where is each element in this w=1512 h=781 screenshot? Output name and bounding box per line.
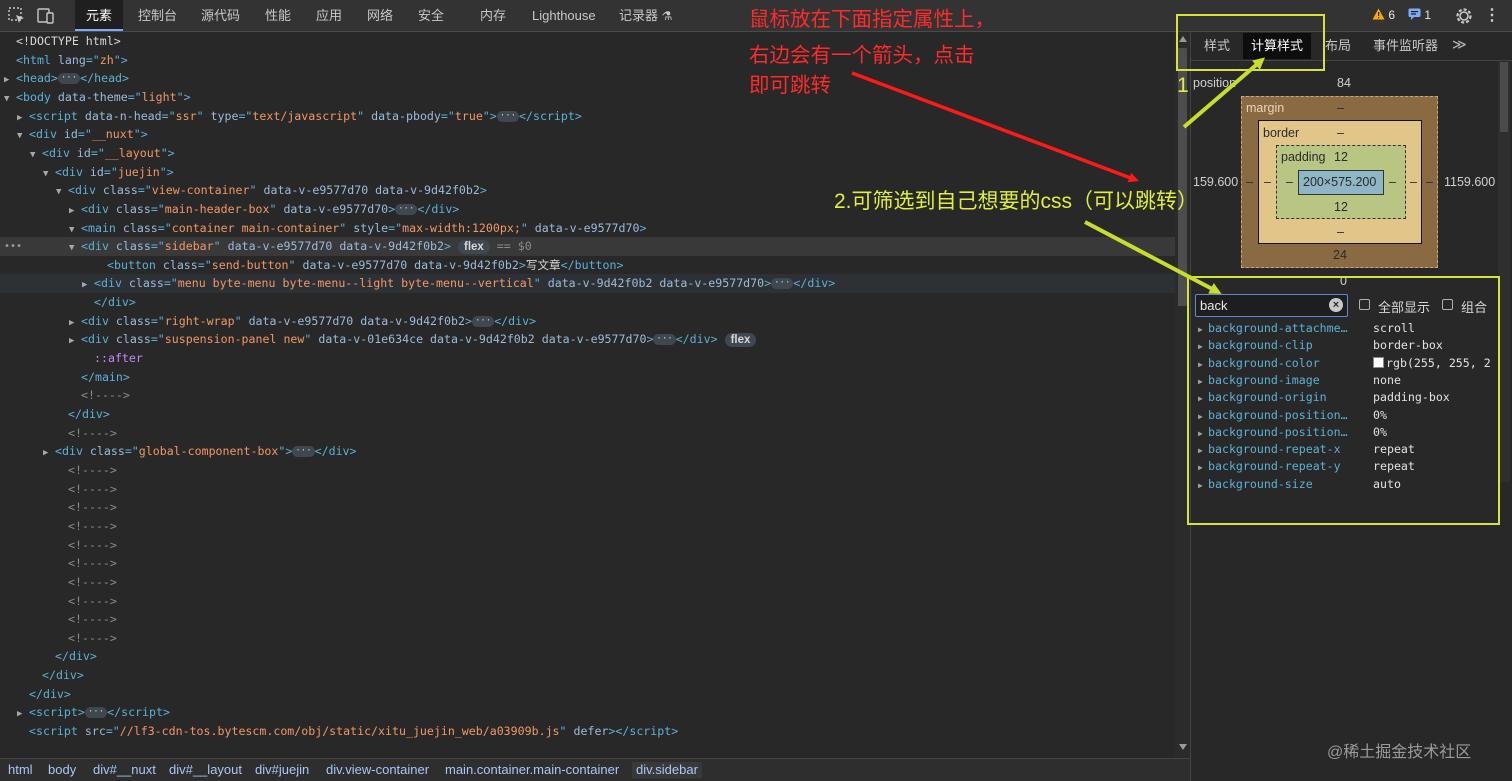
- annotation-arrows: [851, 57, 1266, 294]
- watermark: @稀土掘金技术社区: [1327, 744, 1472, 761]
- yellow-arrow-1: [1182, 57, 1266, 129]
- red-arrow: [851, 71, 1139, 183]
- yellow-arrow-2: [1084, 220, 1222, 294]
